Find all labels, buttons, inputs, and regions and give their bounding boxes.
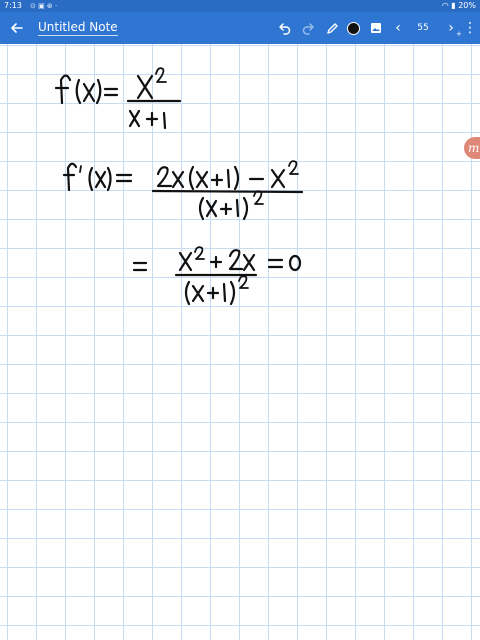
status-bar: 7:13 ⊙ ▣ ⊛ · ◠ ▮ 20% bbox=[0, 0, 480, 12]
battery-percent: 20% bbox=[458, 1, 476, 10]
handwriting-line-3 bbox=[132, 246, 302, 306]
undo-icon[interactable] bbox=[274, 12, 294, 44]
handwriting-line-1 bbox=[54, 67, 182, 130]
toolbar: Untitled Note ‹ 55 › + ⋮ bbox=[0, 12, 480, 44]
pen-icon[interactable] bbox=[322, 12, 342, 44]
handwriting-layer bbox=[54, 67, 304, 306]
pen-color-swatch bbox=[346, 21, 360, 35]
chevron-right-icon[interactable]: › bbox=[444, 12, 458, 44]
more-vertical-icon[interactable]: ⋮ bbox=[462, 12, 478, 44]
redo-icon[interactable] bbox=[298, 12, 318, 44]
page-number: 55 bbox=[417, 23, 429, 33]
notification-icons: ⊙ ▣ ⊛ · bbox=[30, 2, 58, 10]
pen-color-button[interactable] bbox=[344, 12, 362, 44]
status-time: 7:13 bbox=[4, 1, 22, 10]
chevron-left-icon[interactable]: ‹ bbox=[390, 12, 406, 44]
note-title[interactable]: Untitled Note bbox=[38, 20, 118, 36]
signal-icon: ▮ bbox=[451, 1, 456, 10]
status-right: ◠ ▮ 20% bbox=[442, 0, 476, 12]
m-logo-icon[interactable]: m bbox=[464, 137, 480, 159]
wifi-icon: ◠ bbox=[441, 1, 449, 10]
page-add-icon[interactable]: + bbox=[456, 30, 462, 38]
image-icon[interactable] bbox=[366, 12, 386, 44]
note-canvas[interactable] bbox=[0, 44, 480, 640]
handwriting-line-2 bbox=[62, 160, 304, 221]
back-arrow-icon[interactable] bbox=[4, 12, 30, 44]
